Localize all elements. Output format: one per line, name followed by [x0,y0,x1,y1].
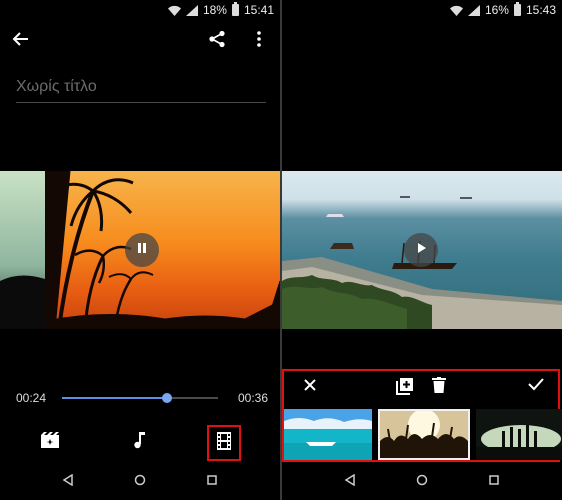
nav-back-icon[interactable] [344,473,356,491]
current-time: 00:24 [16,391,47,405]
editor-screen-right: 16% 15:43 [282,0,562,500]
playback-progress: 00:24 00:36 [0,388,280,408]
clips-button[interactable] [207,425,241,461]
play-button[interactable] [404,233,438,267]
system-nav-bar [282,470,562,494]
clip-strip [284,409,562,460]
nav-home-icon[interactable] [134,473,146,491]
clip-actions [284,377,558,399]
clock: 15:41 [243,3,274,17]
nav-back-icon[interactable] [62,473,74,491]
seek-thumb[interactable] [161,393,172,403]
nav-recents-icon[interactable] [488,473,500,491]
add-clip-icon[interactable] [396,377,414,400]
total-time: 00:36 [238,391,269,405]
more-vert-icon[interactable] [250,30,268,53]
signal-icon [467,4,480,16]
clip-edit-panel [282,369,562,462]
film-strip-icon [217,431,231,455]
seek-bar-fill [62,397,167,399]
trash-icon[interactable] [432,377,446,398]
check-icon[interactable] [528,377,544,396]
video-preview[interactable] [282,171,562,329]
system-nav-bar [0,470,280,494]
pause-icon [136,241,148,259]
battery-level: 18% [202,3,227,17]
video-preview[interactable] [45,171,280,329]
clip-thumbnail-selected[interactable] [378,409,470,460]
movie-title-input[interactable]: Χωρίς τίτλο [16,78,266,103]
palm-silhouette [45,171,280,329]
music-note-icon [133,431,147,454]
battery-level: 16% [484,3,509,17]
clip-thumbnail[interactable] [476,409,562,460]
top-app-bar [0,26,280,56]
wifi-icon [167,5,181,16]
previous-clip-preview [0,171,45,329]
status-bar: 18% 15:41 [0,0,280,20]
clock: 15:43 [525,3,556,17]
battery-icon [513,2,521,16]
movie-filter-icon [41,431,59,453]
editor-toolbar [0,425,280,461]
pause-button[interactable] [125,233,159,267]
clip-thumbnail[interactable] [284,409,372,460]
theme-button[interactable] [36,428,64,456]
share-icon[interactable] [208,30,226,53]
close-icon[interactable] [302,377,318,398]
wifi-icon [449,5,463,16]
seek-bar[interactable] [62,393,218,403]
signal-icon [185,4,198,16]
battery-icon [231,2,239,16]
status-bar: 16% 15:43 [282,0,562,20]
editor-screen-left: 18% 15:41 Χωρίς τίτλο 00:24 00:36 [0,0,280,500]
play-icon [415,241,427,259]
nav-recents-icon[interactable] [206,473,218,491]
nav-home-icon[interactable] [416,473,428,491]
back-arrow-icon[interactable] [12,30,30,53]
music-button[interactable] [126,428,154,456]
